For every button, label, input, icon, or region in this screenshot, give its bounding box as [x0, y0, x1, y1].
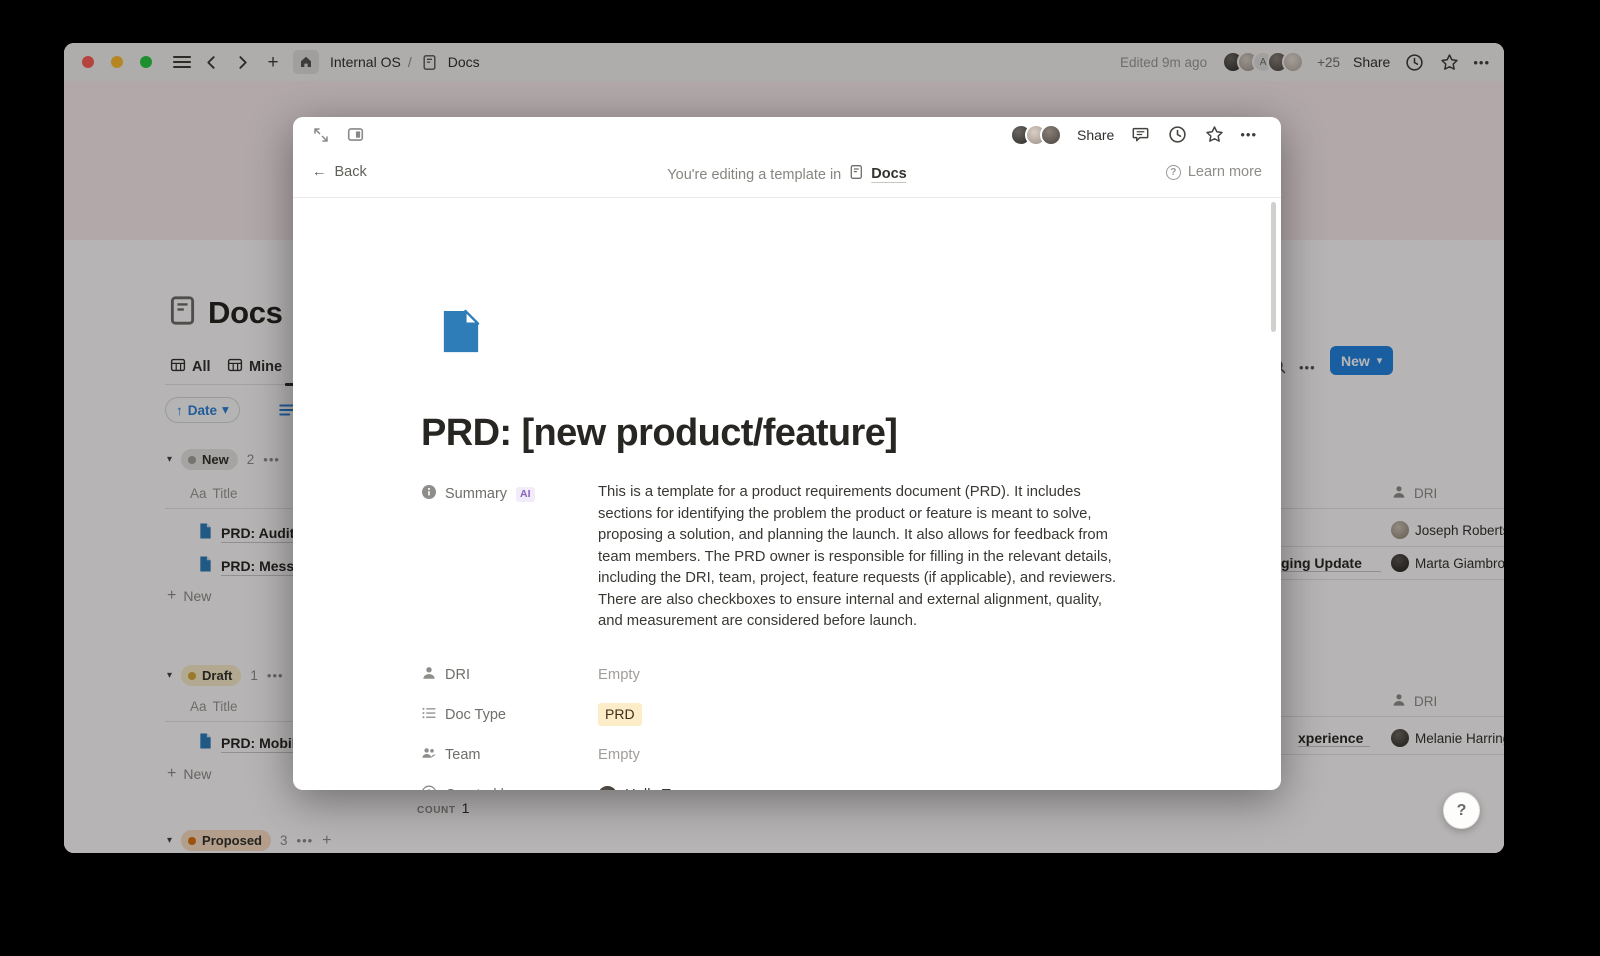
created-by-name: Holly T: [625, 785, 671, 791]
document-page-icon[interactable]: [437, 308, 484, 360]
ai-badge: AI: [516, 487, 535, 502]
favorite-star-icon[interactable]: [1203, 124, 1225, 146]
dri-value[interactable]: Empty: [598, 663, 1147, 687]
property-name: Summary: [445, 486, 507, 502]
list-icon: [421, 705, 437, 725]
property-row-dri: DRI Empty: [421, 663, 1147, 691]
document-title[interactable]: PRD: [new product/feature]: [421, 412, 897, 455]
avatar: [598, 786, 617, 790]
property-label-created-by[interactable]: Created by: [421, 783, 598, 791]
property-label-team[interactable]: Team: [421, 743, 598, 765]
banner-message-text: You're editing a template in: [667, 167, 841, 183]
summary-value[interactable]: This is a template for a product require…: [598, 482, 1147, 633]
property-list: Summary AI This is a template for a prod…: [421, 482, 1147, 790]
help-button[interactable]: ?: [1443, 792, 1480, 829]
app-window: + Internal OS / Docs Edited 9m ago A: [64, 43, 1504, 853]
property-name: Doc Type: [445, 707, 506, 723]
comments-icon[interactable]: [1129, 124, 1151, 146]
question-circle-icon: ?: [1166, 165, 1181, 180]
avatar[interactable]: [1040, 124, 1062, 146]
back-button[interactable]: ← Back: [312, 164, 367, 180]
template-banner: ← Back You're editing a template in Docs…: [293, 150, 1281, 198]
learn-more-label: Learn more: [1188, 164, 1262, 180]
viewer-avatars[interactable]: [1010, 124, 1062, 146]
modal-scrollbar[interactable]: [1271, 202, 1276, 332]
property-row-created-by: Created by Holly T: [421, 783, 1147, 791]
team-value[interactable]: Empty: [598, 743, 1147, 767]
modal-share-button[interactable]: Share: [1077, 127, 1114, 143]
banner-message: You're editing a template in Docs: [667, 164, 906, 185]
updates-clock-icon[interactable]: [1166, 124, 1188, 146]
people-icon: [421, 745, 437, 765]
property-name: Created by: [445, 787, 516, 791]
property-name: DRI: [445, 667, 470, 683]
property-label-dri[interactable]: DRI: [421, 663, 598, 685]
property-row-team: Team Empty: [421, 743, 1147, 771]
desktop: + Internal OS / Docs Edited 9m ago A: [0, 0, 1600, 956]
modal-toolbar: Share •••: [293, 117, 1281, 150]
modal-toolbar-left: [310, 124, 366, 146]
property-label-summary[interactable]: Summary AI: [421, 482, 598, 504]
arrow-left-icon: ←: [312, 164, 327, 180]
expand-fullpage-icon[interactable]: [310, 124, 332, 146]
template-editor-modal: Share ••• ← Back: [293, 117, 1281, 790]
info-icon: [421, 484, 437, 504]
person-circle-icon: [421, 785, 437, 791]
more-options-icon[interactable]: •••: [1240, 127, 1257, 142]
property-name: Team: [445, 747, 480, 763]
back-label: Back: [335, 164, 367, 180]
property-label-doc-type[interactable]: Doc Type: [421, 703, 598, 725]
modal-toolbar-right: Share •••: [1010, 124, 1257, 146]
doc-type-tag[interactable]: PRD: [598, 703, 642, 727]
banner-doc-link[interactable]: Docs: [871, 166, 906, 183]
learn-more-link[interactable]: ? Learn more: [1166, 164, 1262, 180]
doc-outline-icon: [848, 164, 864, 185]
doc-type-value[interactable]: PRD: [598, 703, 1147, 727]
property-row-doc-type: Doc Type PRD: [421, 703, 1147, 731]
side-peek-icon[interactable]: [344, 124, 366, 146]
person-icon: [421, 665, 437, 685]
created-by-value[interactable]: Holly T: [598, 783, 1147, 791]
property-row-summary: Summary AI This is a template for a prod…: [421, 482, 1147, 633]
